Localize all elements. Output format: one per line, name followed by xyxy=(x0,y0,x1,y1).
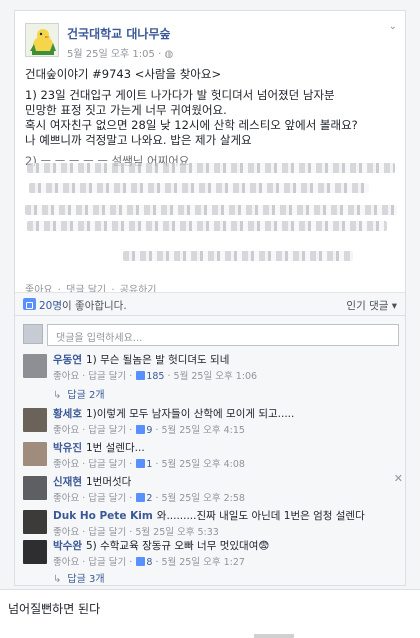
comment-text-line: 박수완 5) 수학교육 장동규 오빠 너무 멋있대여😨 xyxy=(53,538,269,553)
replies-link[interactable]: ↳ 답글 3개 xyxy=(53,570,105,585)
thumbs-up-icon xyxy=(136,557,146,566)
post-line: 1) 23일 건대입구 게이트 나가다가 발 헛디뎌서 넘어졌던 남자분 xyxy=(25,88,335,102)
comment-meta: 좋아요 · 답글 달기 · 185 · 5월 25일 오후 1:06 xyxy=(53,371,258,382)
commenter-name[interactable]: 우동연 xyxy=(53,354,82,366)
thumbs-up-icon xyxy=(136,371,146,380)
comment-meta: 좋아요 · 답글 달기 · 8 · 5월 25일 오후 1:27 xyxy=(53,557,245,568)
comment-like-count[interactable]: 1 xyxy=(146,459,152,470)
comment-time[interactable]: 5월 25일 오후 4:08 xyxy=(161,459,245,470)
comments-section: 댓글을 입력하세요... 우동연 1) 무슨 될놈은 발 헛디뎌도 되네 좋아요 … xyxy=(14,316,406,586)
caption-text: 넘어질뻔하면 된다 xyxy=(8,602,101,616)
comment-time[interactable]: 5월 25일 오후 5:33 xyxy=(135,527,219,538)
comment-like-count[interactable]: 8 xyxy=(146,557,152,568)
comment-reply-link[interactable]: 답글 달기 xyxy=(88,371,126,382)
comment-time[interactable]: 5월 25일 오후 2:58 xyxy=(161,493,245,504)
post-line: 건대숲이야기 #9743 <사람을 찾아요> xyxy=(25,67,222,81)
replies-count[interactable]: 답글 3개 xyxy=(67,574,104,585)
globe-icon: ◍ xyxy=(164,49,174,60)
replies-link[interactable]: ↳ 답글 2개 xyxy=(53,386,105,401)
post-timestamp[interactable]: 5월 25일 오후 1:05 · ◍ xyxy=(67,45,173,60)
comment-like-count[interactable]: 185 xyxy=(146,371,164,382)
commenter-name[interactable]: 박수완 xyxy=(53,540,82,552)
avatar[interactable] xyxy=(23,510,47,534)
censored-line xyxy=(27,221,387,231)
comment-like-link[interactable]: 좋아요 xyxy=(53,371,79,382)
likes-count-number[interactable]: 20명 xyxy=(39,300,62,312)
comment-text: 와.........진짜 내일도 아닌데 1번은 엄청 설렌다 xyxy=(156,510,365,522)
commenter-name[interactable]: Duk Ho Pete Kim xyxy=(53,510,153,522)
comment-meta: 좋아요 · 답글 달기 · 9 · 5월 25일 오후 4:15 xyxy=(53,425,245,436)
page-avatar[interactable] xyxy=(25,23,59,57)
post-card: 건국대학교 대나무숲 5월 25일 오후 1:05 · ◍ ⌄ 건대숲이야기 #… xyxy=(0,0,420,590)
commenter-name[interactable]: 신재현 xyxy=(53,476,82,488)
avatar[interactable] xyxy=(23,476,47,500)
comment-time[interactable]: 5월 25일 오후 4:15 xyxy=(161,425,245,436)
thumbs-up-icon xyxy=(136,425,146,434)
censored-text xyxy=(23,153,401,273)
comment-sort-dropdown[interactable]: 인기 댓글 ▾ xyxy=(346,298,397,313)
thumbs-up-icon xyxy=(23,298,36,310)
comment-input[interactable]: 댓글을 입력하세요... xyxy=(47,324,399,346)
replies-count[interactable]: 답글 2개 xyxy=(67,390,104,401)
comment-text: 1)이렇게 모두 남자들이 산학에 모이게 되고..... xyxy=(85,408,295,420)
comment-text: 1번머섯다 xyxy=(85,476,132,488)
avatar[interactable] xyxy=(23,354,47,378)
post-line: 혹시 여자친구 없으면 28일 낮 12시에 산학 레스티오 앞에서 볼래요? xyxy=(25,118,358,132)
post-line: 나 예쁘니까 걱정말고 나와요. 밥은 제가 살게요 xyxy=(25,133,252,147)
comment-text: 1번 설렌다... xyxy=(85,442,145,454)
commenter-name[interactable]: 황세호 xyxy=(53,408,82,420)
comment-reply-link[interactable]: 답글 달기 xyxy=(88,425,126,436)
avatar[interactable] xyxy=(23,408,47,432)
comment-reply-link[interactable]: 답글 달기 xyxy=(88,459,126,470)
comment-text: 5) 수학교육 장동규 오빠 너무 멋있대여😨 xyxy=(85,540,270,552)
comment-meta: 좋아요 · 답글 달기 · 1 · 5월 25일 오후 4:08 xyxy=(53,459,245,470)
comment-meta: 좋아요 · 답글 달기 · 5월 25일 오후 5:33 xyxy=(53,527,219,538)
reply-arrow-icon: ↳ xyxy=(53,390,62,401)
chevron-down-icon[interactable]: ⌄ xyxy=(389,21,397,32)
comment-text-line: 우동연 1) 무슨 될놈은 발 헛디뎌도 되네 xyxy=(53,352,229,367)
post-time-text[interactable]: 5월 25일 오후 1:05 xyxy=(67,49,155,60)
likes-count[interactable]: 20명이 좋아합니다. xyxy=(39,298,127,313)
thumbs-up-icon xyxy=(136,459,146,468)
comment-text: 1) 무슨 될놈은 발 헛디뎌도 되네 xyxy=(85,354,230,366)
comment-text-line: 신재현 1번머섯다 xyxy=(53,474,131,489)
censored-line xyxy=(123,251,353,261)
avatar[interactable] xyxy=(23,442,47,466)
comment-like-count[interactable]: 9 xyxy=(146,425,152,436)
divider xyxy=(254,634,294,638)
comment-like-link[interactable]: 좋아요 xyxy=(53,425,79,436)
comment-reply-link[interactable]: 답글 달기 xyxy=(88,557,126,568)
comment-like-link[interactable]: 좋아요 xyxy=(53,557,79,568)
censored-line xyxy=(27,163,395,173)
comment-like-link[interactable]: 좋아요 xyxy=(53,459,79,470)
comment-time[interactable]: 5월 25일 오후 1:27 xyxy=(161,557,245,568)
comment-text-line: Duk Ho Pete Kim 와.........진짜 내일도 아닌데 1번은 … xyxy=(53,508,365,523)
comment-meta: 좋아요 · 답글 달기 · 2 · 5월 25일 오후 2:58 xyxy=(53,493,245,504)
censored-line xyxy=(29,183,369,193)
reply-arrow-icon: ↳ xyxy=(53,574,62,585)
avatar[interactable] xyxy=(23,540,47,564)
close-icon[interactable]: ✕ xyxy=(394,472,403,485)
comment-time[interactable]: 5월 25일 오후 1:06 xyxy=(174,371,258,382)
comment-text-line: 황세호 1)이렇게 모두 남자들이 산학에 모이게 되고..... xyxy=(53,406,294,421)
commenter-name[interactable]: 박유진 xyxy=(53,442,82,454)
thumbs-up-icon xyxy=(136,493,146,502)
page-name[interactable]: 건국대학교 대나무숲 xyxy=(67,25,171,42)
comment-text-line: 박유진 1번 설렌다... xyxy=(53,440,145,455)
comment-reply-link[interactable]: 답글 달기 xyxy=(88,527,126,538)
post-line: 민망한 표정 짓고 가는게 너무 귀여웠어요. xyxy=(25,103,227,117)
post-body: 건국대학교 대나무숲 5월 25일 오후 1:05 · ◍ ⌄ 건대숲이야기 #… xyxy=(14,10,406,296)
duck-mascot-icon xyxy=(26,24,58,56)
comment-like-link[interactable]: 좋아요 xyxy=(53,527,79,538)
censored-line xyxy=(25,205,397,215)
likes-count-suffix: 이 좋아합니다. xyxy=(62,300,127,312)
avatar xyxy=(23,324,43,344)
comment-like-count[interactable]: 2 xyxy=(146,493,152,504)
comment-reply-link[interactable]: 답글 달기 xyxy=(88,493,126,504)
likes-summary: 20명이 좋아합니다. 인기 댓글 ▾ xyxy=(14,292,406,316)
comment-like-link[interactable]: 좋아요 xyxy=(53,493,79,504)
